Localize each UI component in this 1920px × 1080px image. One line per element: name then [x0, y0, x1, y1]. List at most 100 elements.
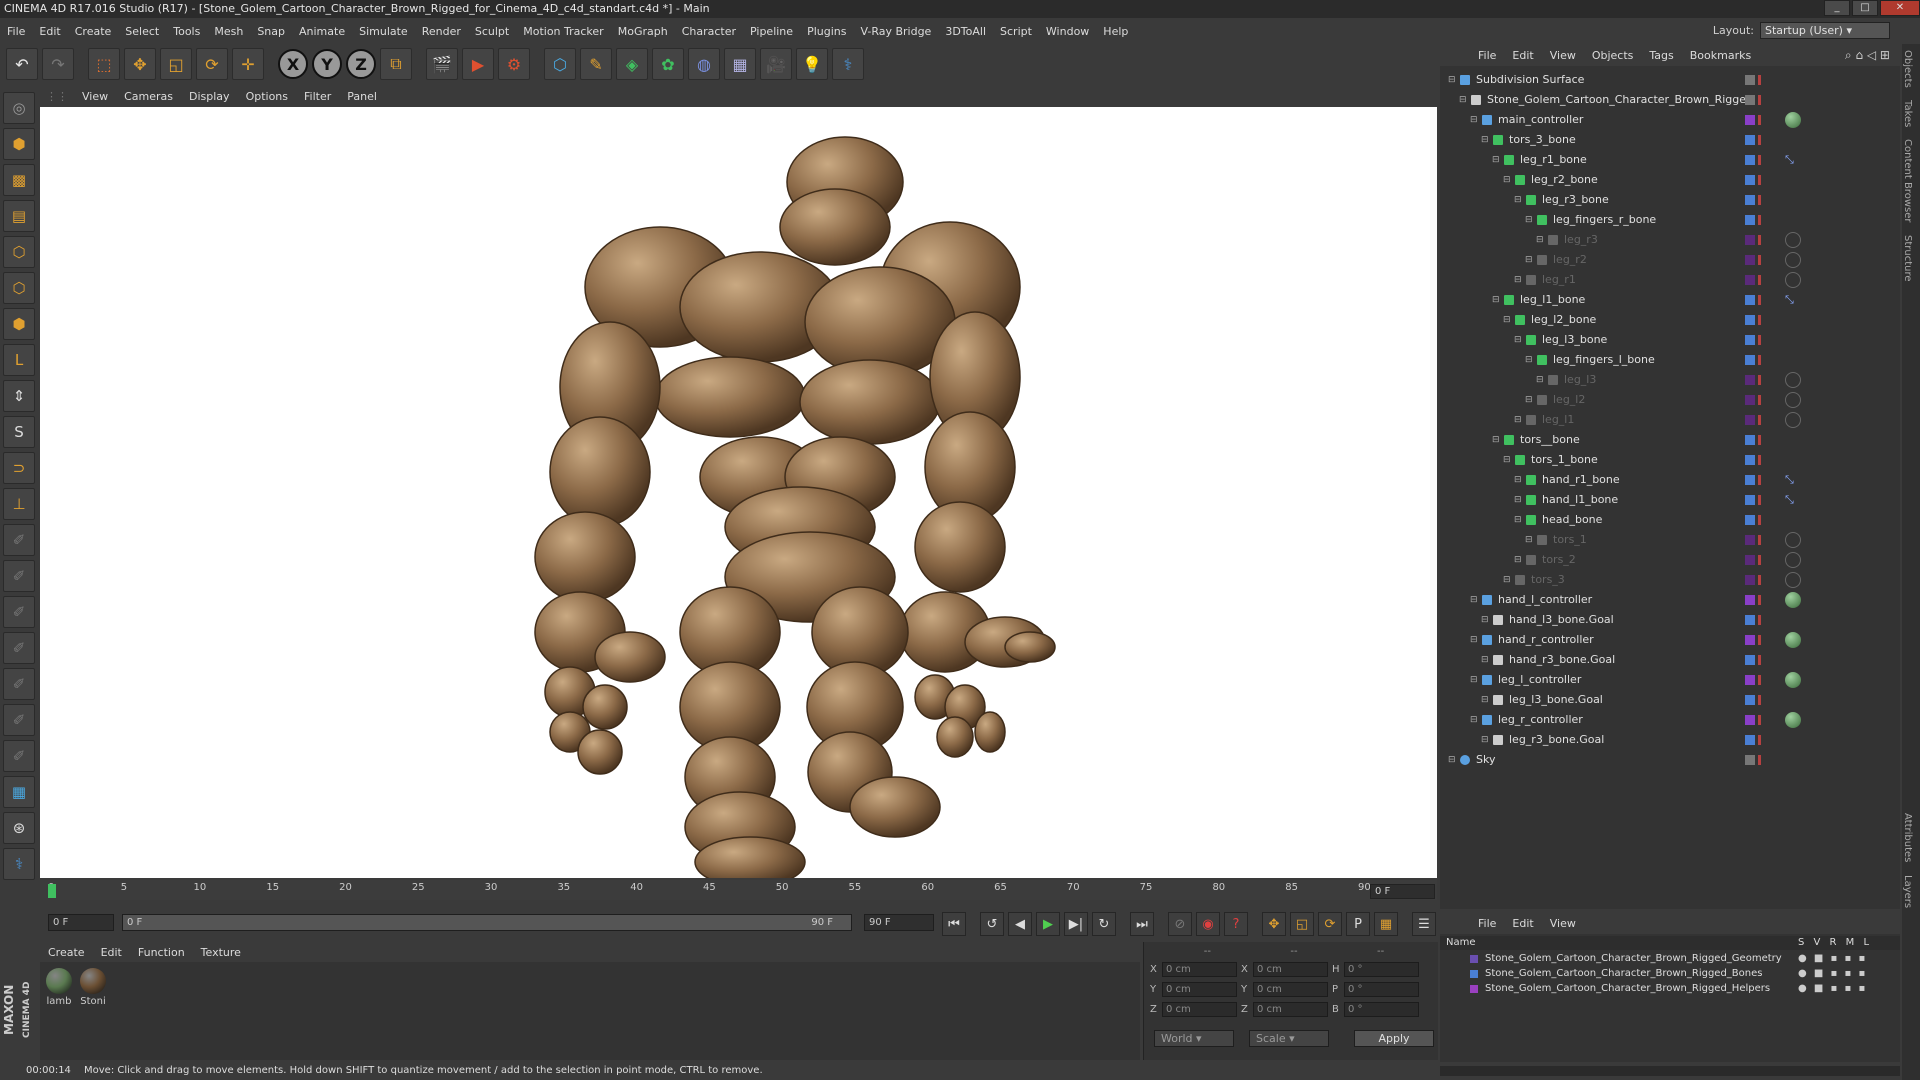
layer-color-icon[interactable] [1745, 575, 1755, 585]
coord-field[interactable]: 0 cm [1162, 982, 1237, 997]
visibility-icon[interactable] [1758, 575, 1761, 585]
expand-icon[interactable]: ⊟ [1514, 470, 1522, 490]
visibility-icon[interactable] [1758, 215, 1761, 225]
layer-color-icon[interactable] [1745, 395, 1755, 405]
expand-icon[interactable]: ⊟ [1481, 610, 1489, 630]
menu-item-pipeline[interactable]: Pipeline [743, 25, 800, 38]
layer-color-icon[interactable] [1745, 535, 1755, 545]
object-row[interactable]: ⊟ tors_3_bone [1440, 130, 1900, 150]
visibility-icon[interactable] [1758, 95, 1761, 105]
layer-row[interactable]: Stone_Golem_Cartoon_Character_Brown_Rigg… [1440, 982, 1900, 996]
expand-icon[interactable]: ⊟ [1470, 670, 1478, 690]
go-to-start-icon[interactable]: ⏮ [942, 912, 966, 936]
menu-item-animate[interactable]: Animate [292, 25, 352, 38]
layer-color-icon[interactable] [1745, 695, 1755, 705]
autokey-icon[interactable]: ◉ [1196, 912, 1220, 936]
cube-icon[interactable]: ⬡ [544, 48, 576, 80]
weight-tag-icon[interactable] [1785, 232, 1801, 248]
texture-mode-icon[interactable]: ▩ [3, 164, 35, 196]
expand-icon[interactable]: ⊟ [1470, 110, 1478, 130]
menu-item-simulate[interactable]: Simulate [352, 25, 415, 38]
layer-color-swatch[interactable] [1470, 955, 1478, 963]
menu-item-3dtoall[interactable]: 3DToAll [938, 25, 993, 38]
viewport-menu-filter[interactable]: Filter [296, 90, 339, 103]
layer-row[interactable]: Stone_Golem_Cartoon_Character_Brown_Rigg… [1440, 952, 1900, 966]
visibility-icon[interactable] [1758, 395, 1761, 405]
expand-icon[interactable]: ⊟ [1514, 510, 1522, 530]
visibility-icon[interactable] [1758, 515, 1761, 525]
layer-flags-icon[interactable]: ● ■ ▪ ▪ ▪ [1798, 982, 1867, 996]
model-mode-icon[interactable]: ⬢ [3, 128, 35, 160]
visibility-icon[interactable] [1758, 555, 1761, 565]
layer-color-icon[interactable] [1745, 195, 1755, 205]
layer-color-icon[interactable] [1745, 295, 1755, 305]
points-mode-icon[interactable]: ⬡ [3, 236, 35, 268]
menu-item-file[interactable]: File [0, 25, 32, 38]
object-row[interactable]: ⊟ leg_r2_bone [1440, 170, 1900, 190]
weight-tag-icon[interactable] [1785, 392, 1801, 408]
menu-item-motion-tracker[interactable]: Motion Tracker [516, 25, 610, 38]
visibility-icon[interactable] [1758, 235, 1761, 245]
layer-row[interactable]: Stone_Golem_Cartoon_Character_Brown_Rigg… [1440, 967, 1900, 981]
layer-color-icon[interactable] [1745, 675, 1755, 685]
visibility-icon[interactable] [1758, 495, 1761, 505]
visibility-icon[interactable] [1758, 595, 1761, 605]
object-row[interactable]: ⊟ leg_r3_bone.Goal [1440, 730, 1900, 750]
weight-tag-icon[interactable] [1785, 532, 1801, 548]
menu-item-render[interactable]: Render [415, 25, 468, 38]
menu-item-mesh[interactable]: Mesh [207, 25, 250, 38]
object-row[interactable]: ⊟ leg_r1_bone ⤡ [1440, 150, 1900, 170]
previous-key-icon[interactable]: ↺ [980, 912, 1004, 936]
layout-dropdown[interactable]: Startup (User) ▾ [1760, 22, 1890, 39]
expand-icon[interactable]: ⊟ [1525, 350, 1533, 370]
expand-icon[interactable]: ⊟ [1503, 450, 1511, 470]
visibility-icon[interactable] [1758, 375, 1761, 385]
object-row[interactable]: ⊟ head_bone [1440, 510, 1900, 530]
render-picture-viewer-icon[interactable]: ▶ [462, 48, 494, 80]
visibility-icon[interactable] [1758, 295, 1761, 305]
side-tab-attributes[interactable]: Attributes [1902, 807, 1913, 868]
layer-menu-file[interactable]: File [1470, 917, 1504, 930]
object-row[interactable]: ⊟ leg_r_controller [1440, 710, 1900, 730]
visibility-icon[interactable] [1758, 715, 1761, 725]
record-keys-icon[interactable]: ⊘ [1168, 912, 1192, 936]
layer-color-icon[interactable] [1745, 415, 1755, 425]
object-row[interactable]: ⊟ main_controller [1440, 110, 1900, 130]
redo-icon[interactable]: ↷ [42, 48, 74, 80]
recent-tools-icon[interactable]: ✛ [232, 48, 264, 80]
visibility-icon[interactable] [1758, 175, 1761, 185]
viewport[interactable] [40, 107, 1437, 878]
menu-item-window[interactable]: Window [1039, 25, 1096, 38]
close-button[interactable]: ✕ [1880, 0, 1920, 16]
z-axis-lock-button[interactable]: Z [346, 49, 376, 79]
playhead[interactable] [48, 884, 56, 898]
visibility-icon[interactable] [1758, 415, 1761, 425]
minimize-button[interactable]: _ [1824, 0, 1850, 16]
menu-item-character[interactable]: Character [675, 25, 743, 38]
menu-item-sculpt[interactable]: Sculpt [468, 25, 516, 38]
undo-icon[interactable]: ↶ [6, 48, 38, 80]
visibility-icon[interactable] [1758, 735, 1761, 745]
expand-icon[interactable]: ⊟ [1448, 70, 1456, 90]
object-row[interactable]: ⊟ hand_l_controller [1440, 590, 1900, 610]
live-selection-icon[interactable]: ⬚ [88, 48, 120, 80]
layer-color-icon[interactable] [1745, 635, 1755, 645]
object-row[interactable]: ⊟ leg_r1 [1440, 270, 1900, 290]
workplane-icon[interactable]: ▤ [3, 200, 35, 232]
object-row[interactable]: ⊟ hand_l1_bone ⤡ [1440, 490, 1900, 510]
sculpt-inflate-icon[interactable]: ✐ [3, 668, 35, 700]
layer-color-icon[interactable] [1745, 435, 1755, 445]
make-editable-icon[interactable]: ◎ [3, 92, 35, 124]
material-menu-create[interactable]: Create [40, 946, 93, 959]
expand-icon[interactable]: ⊟ [1448, 750, 1456, 770]
object-row[interactable]: ⊟ leg_r3_bone [1440, 190, 1900, 210]
play-icon[interactable]: ▶ [1036, 912, 1060, 936]
rotate-icon[interactable]: ⟳ [196, 48, 228, 80]
weight-tag-icon[interactable] [1785, 572, 1801, 588]
weight-tag-icon[interactable] [1785, 552, 1801, 568]
visibility-icon[interactable] [1758, 355, 1761, 365]
current-frame-field[interactable]: 0 F [1370, 884, 1435, 899]
menu-item-help[interactable]: Help [1096, 25, 1135, 38]
next-key-icon[interactable]: ↻ [1092, 912, 1116, 936]
menu-item-v-ray-bridge[interactable]: V-Ray Bridge [853, 25, 938, 38]
